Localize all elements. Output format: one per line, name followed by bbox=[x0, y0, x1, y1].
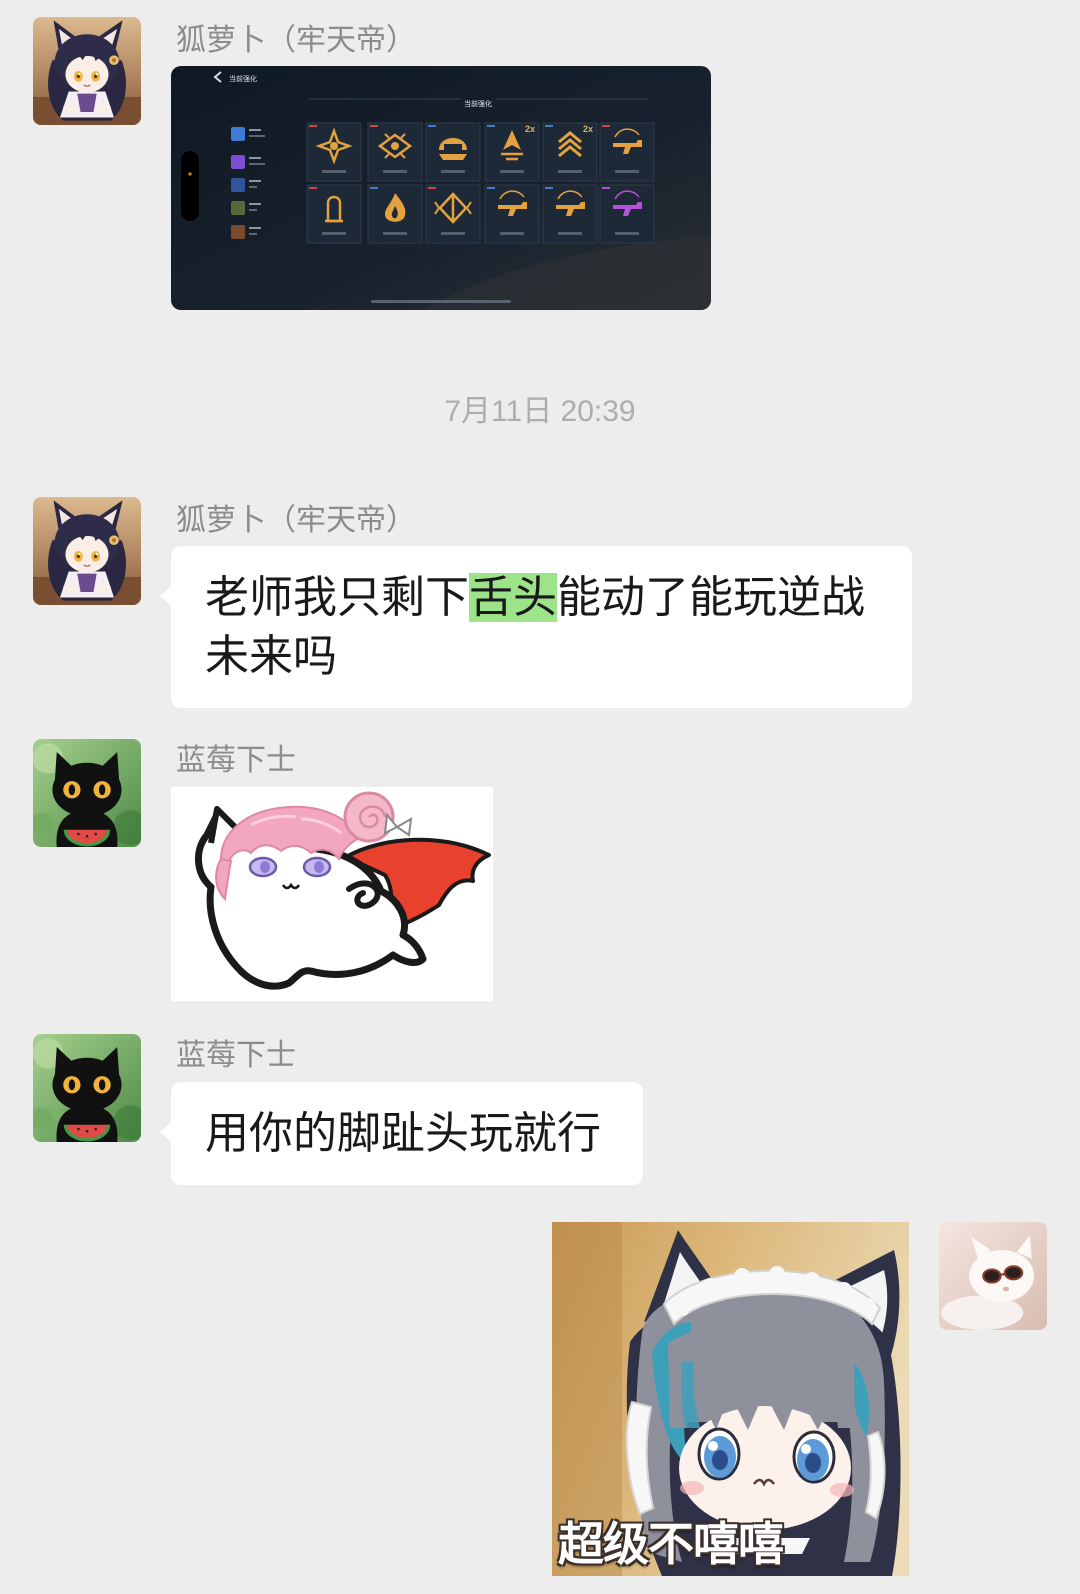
message-text: 老师我只剩下 bbox=[205, 573, 469, 622]
multiplier-badge: 2x bbox=[583, 124, 593, 134]
game-screenshot-image[interactable]: 当前强化 当前强化 2x 2x bbox=[171, 66, 711, 310]
sticker-caption: 超级不嘻嘻 bbox=[558, 1518, 784, 1570]
sender-name: 蓝莓下士 bbox=[176, 1039, 296, 1072]
fox-girl-avatar[interactable] bbox=[33, 17, 141, 125]
message-text: 用你的脚趾头玩就行 bbox=[205, 1109, 601, 1158]
pink-hair-cat-sticker[interactable] bbox=[171, 787, 493, 1001]
message-bubble[interactable]: 用你的脚趾头玩就行 bbox=[160, 1082, 643, 1185]
highlighted-text[interactable]: 舌头 bbox=[469, 573, 557, 622]
screenshot-section-title: 当前强化 bbox=[464, 99, 492, 108]
sender-name: 蓝莓下士 bbox=[176, 744, 296, 777]
white-cat-sunglasses-avatar[interactable] bbox=[939, 1222, 1047, 1330]
multiplier-badge: 2x bbox=[525, 124, 535, 134]
maid-girl-sticker[interactable]: 超级不嘻嘻 bbox=[552, 1222, 909, 1576]
camera-cutout bbox=[181, 151, 199, 221]
message-bubble[interactable]: 老师我只剩下舌头能动了能玩逆战未来吗 bbox=[160, 546, 912, 708]
fox-girl-avatar[interactable] bbox=[33, 497, 141, 605]
home-indicator bbox=[371, 300, 511, 303]
sender-name: 狐萝卜（牢天帝） bbox=[176, 24, 416, 57]
game-screenshot: 当前强化 当前强化 2x 2x bbox=[171, 66, 711, 310]
chat-timestamp: 7月11日 20:39 bbox=[444, 395, 636, 428]
sender-name: 狐萝卜（牢天帝） bbox=[176, 504, 416, 537]
black-cat-avatar[interactable] bbox=[33, 739, 141, 847]
screenshot-top-title: 当前强化 bbox=[229, 74, 257, 83]
black-cat-avatar[interactable] bbox=[33, 1034, 141, 1142]
